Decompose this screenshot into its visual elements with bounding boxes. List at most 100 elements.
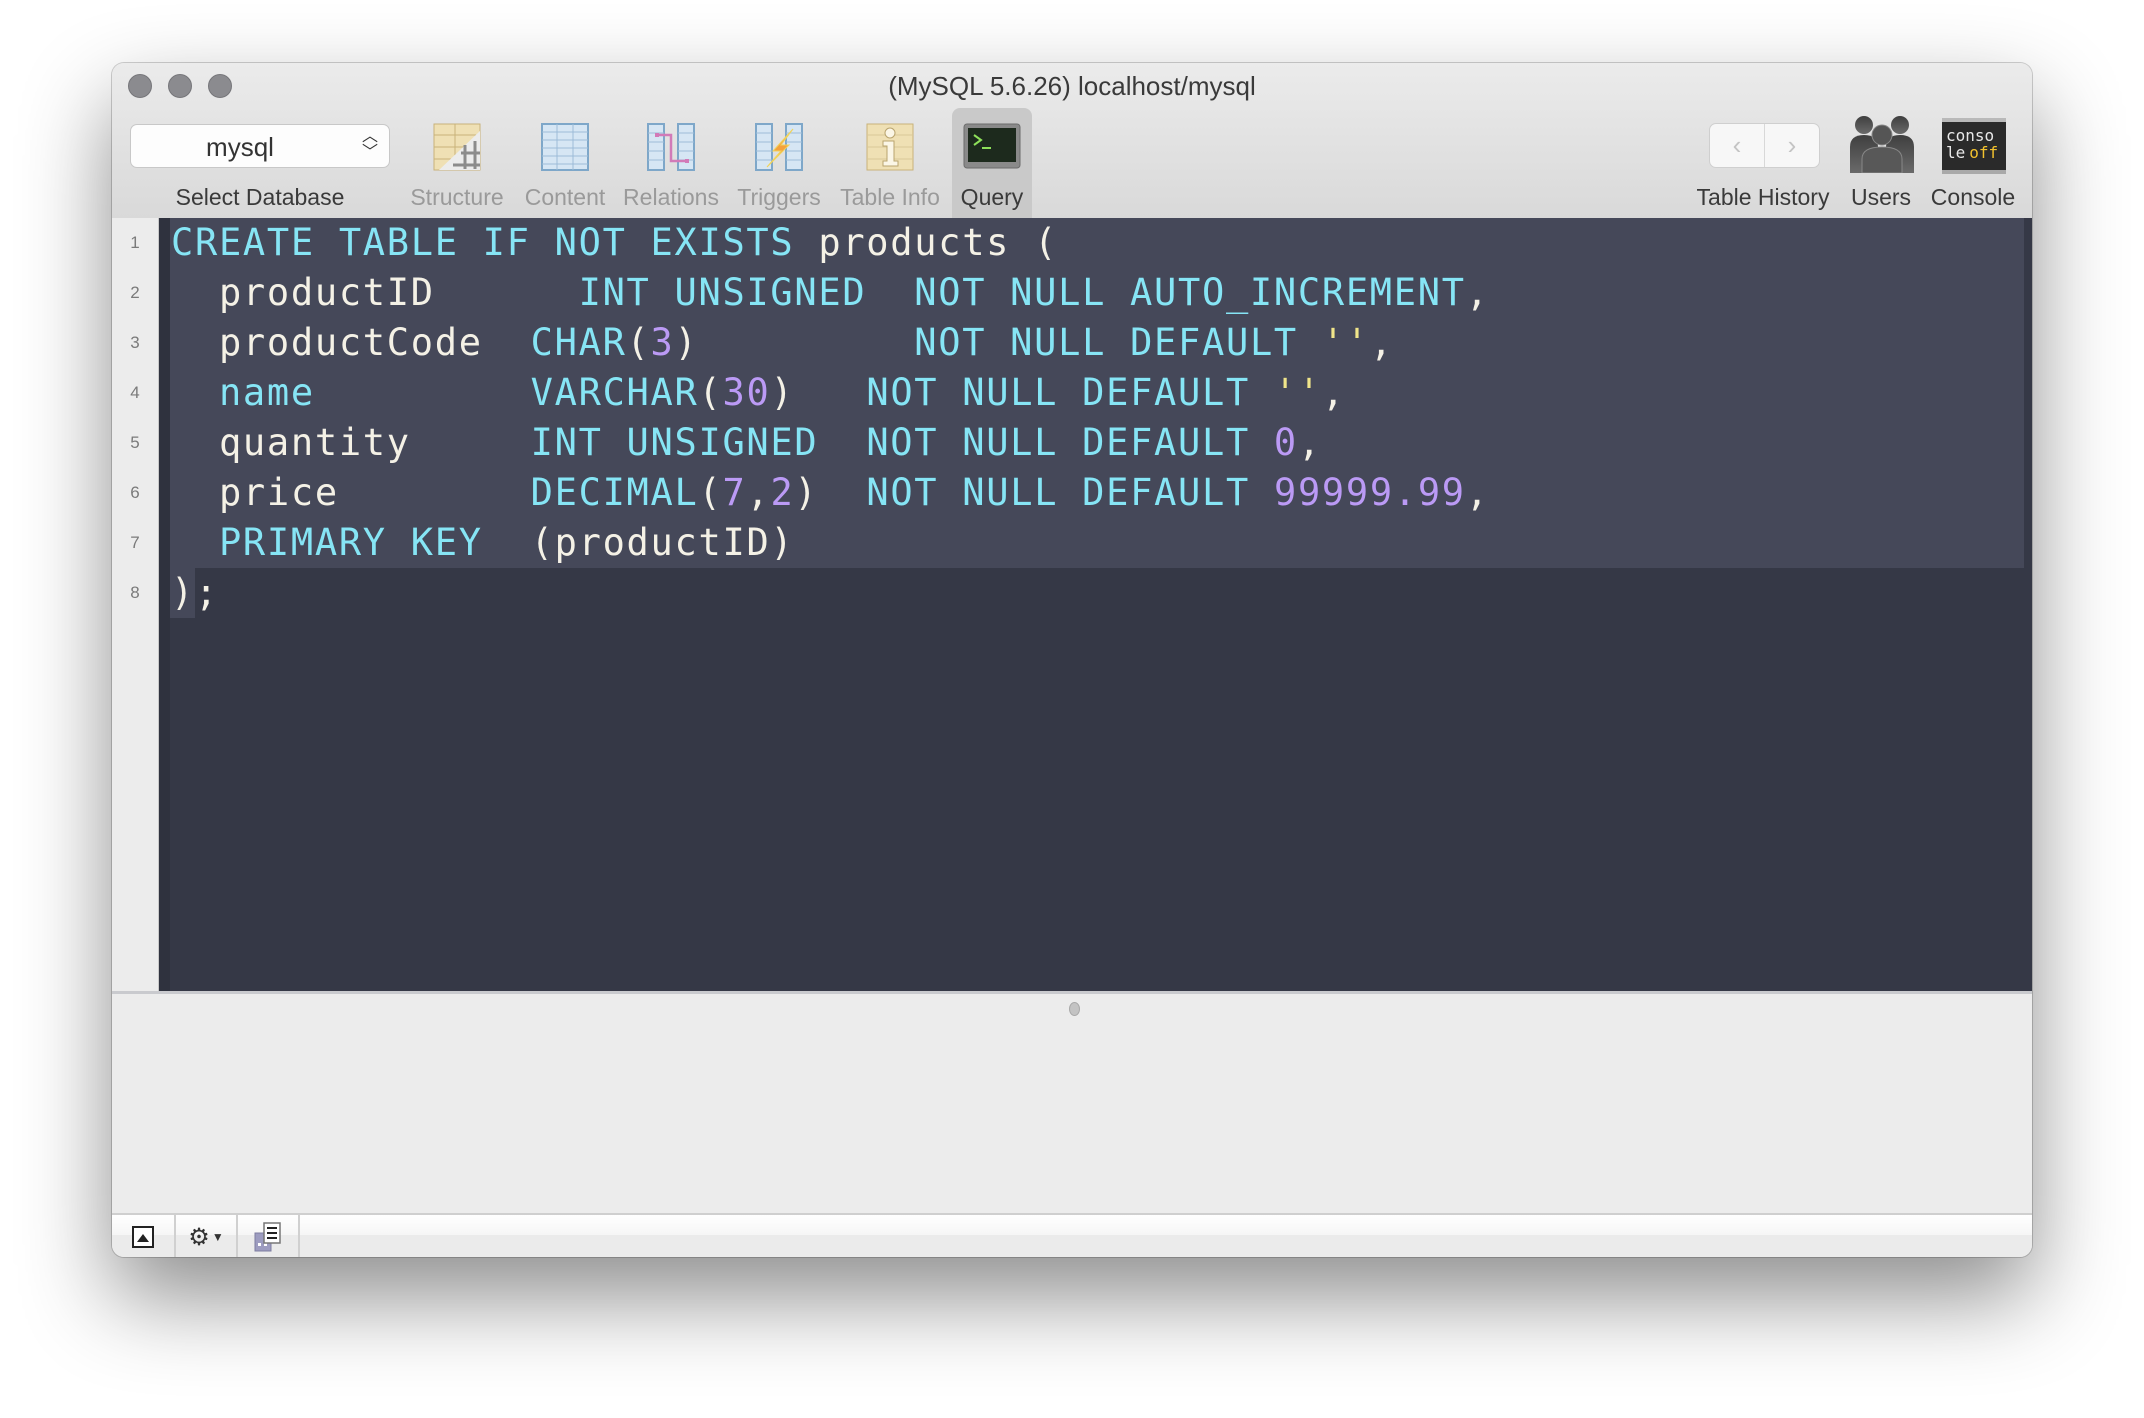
code-token-id xyxy=(1250,371,1274,414)
users-icon xyxy=(1850,116,1914,174)
chevron-right-icon: › xyxy=(1787,130,1797,160)
code-token-kw: NOT NULL DEFAULT xyxy=(866,471,1250,514)
code-token-num: 3 xyxy=(650,321,675,364)
code-token-id: ( xyxy=(698,471,723,514)
code-token-id xyxy=(171,371,219,414)
line-number: 8 xyxy=(130,583,140,602)
line-number: 3 xyxy=(130,333,140,352)
tab-query[interactable] xyxy=(963,123,1021,171)
code-token-id xyxy=(1250,421,1274,464)
code-token-id xyxy=(866,271,914,314)
history-forward-button[interactable]: › xyxy=(1764,124,1819,167)
code-line: quantity INT UNSIGNED NOT NULL DEFAULT 0… xyxy=(171,418,1322,468)
content-icon xyxy=(541,123,589,171)
code-token-kw: PRIMARY KEY xyxy=(218,521,483,564)
code-token-id: products ( xyxy=(794,221,1059,264)
code-token-id xyxy=(1298,321,1322,364)
relations-icon xyxy=(647,123,695,171)
line-number: 6 xyxy=(130,483,140,502)
triggers-icon xyxy=(755,123,803,171)
line-number: 7 xyxy=(130,533,140,552)
tab-table-info[interactable] xyxy=(866,123,914,171)
code-token-id: (productID) xyxy=(482,521,795,564)
history-icon xyxy=(254,1222,281,1252)
code-token-kw: INT UNSIGNED xyxy=(578,271,867,314)
code-line: name VARCHAR(30) NOT NULL DEFAULT '', xyxy=(171,368,1346,418)
code-token-id: productCode xyxy=(171,321,531,364)
query-editor[interactable]: 1 2 3 4 5 6 7 8 CREATE TABLE IF NOT EXISTS prod… xyxy=(112,218,2032,991)
code-token-id: ) xyxy=(770,371,867,414)
code-token-id xyxy=(1250,471,1274,514)
code-token-id: ( xyxy=(626,321,651,364)
toggle-panel-button[interactable] xyxy=(112,1215,174,1257)
code-token-id: , xyxy=(1465,271,1490,314)
tab-structure[interactable] xyxy=(433,123,481,171)
code-line: price DECIMAL(7,2) NOT NULL DEFAULT 9999… xyxy=(171,468,1490,518)
tab-content-label: Content xyxy=(524,184,606,210)
code-token-id: ( xyxy=(698,371,723,414)
code-token-kw: name xyxy=(218,371,315,414)
editor-scrollbar[interactable] xyxy=(2024,218,2032,991)
code-token-id xyxy=(171,521,219,564)
code-token-kw: CHAR xyxy=(530,321,627,364)
table-info-icon xyxy=(866,123,914,171)
toolbar: (MySQL 5.6.26) localhost/mysql mysql ︿ ﹀ … xyxy=(112,63,2032,221)
code-token-id: ) xyxy=(794,471,867,514)
users-label: Users xyxy=(1850,184,1912,210)
console-icon-text: le xyxy=(1946,143,1966,162)
code-token-id xyxy=(315,371,531,414)
code-line: CREATE TABLE IF NOT EXISTS products ( xyxy=(171,218,1058,268)
code-token-num: 2 xyxy=(770,471,795,514)
code-token-num: 0 xyxy=(1273,421,1298,464)
history-back-button[interactable]: ‹ xyxy=(1710,124,1764,167)
tab-relations-label: Relations xyxy=(623,184,719,210)
code-token-kw: INT UNSIGNED xyxy=(530,421,819,464)
code-token-id: productID xyxy=(171,271,579,314)
console-icon: conso le off xyxy=(1946,127,2006,161)
gutter-divider xyxy=(159,218,170,991)
code-line: productID INT UNSIGNED NOT NULL AUTO_INC… xyxy=(171,268,1490,318)
console-icon-status: off xyxy=(1969,143,1999,162)
code-token-str: '' xyxy=(1321,321,1370,364)
tab-triggers[interactable] xyxy=(755,123,803,171)
code-token-kw: NOT NULL DEFAULT xyxy=(914,321,1298,364)
app-window: (MySQL 5.6.26) localhost/mysql mysql ︿ ﹀ … xyxy=(112,63,2032,1257)
console-button[interactable]: conso le off xyxy=(1942,118,2006,174)
code-line: ); xyxy=(171,568,219,618)
code-token-id: , xyxy=(1321,371,1346,414)
tab-content[interactable] xyxy=(541,123,589,171)
code-token-kw: CREATE TABLE IF NOT EXISTS xyxy=(171,221,795,264)
table-history-nav: ‹ › xyxy=(1709,123,1820,168)
table-history-label: Table History xyxy=(1696,184,1830,210)
structure-icon xyxy=(433,123,481,171)
code-line: productCode CHAR(3) NOT NULL DEFAULT '', xyxy=(171,318,1394,368)
tab-relations[interactable] xyxy=(647,123,695,171)
query-history-button[interactable] xyxy=(238,1215,298,1257)
code-token-num: 99999.99 xyxy=(1273,471,1466,514)
database-select[interactable]: mysql ︿ ﹀ xyxy=(130,124,390,168)
line-number: 5 xyxy=(130,433,140,452)
code-token-kw: NOT NULL AUTO_INCREMENT xyxy=(914,271,1466,314)
results-panel xyxy=(112,991,2032,1216)
caret-down-icon: ▼ xyxy=(211,1230,224,1244)
code-line: PRIMARY KEY (productID) xyxy=(171,518,794,568)
code-token-id: , xyxy=(746,471,771,514)
code-token-id: ); xyxy=(171,571,219,614)
line-number: 2 xyxy=(130,283,140,302)
users-button[interactable] xyxy=(1850,113,1914,174)
chevron-updown-icon: ︿ ﹀ xyxy=(361,128,378,161)
code-token-kw: VARCHAR xyxy=(530,371,699,414)
database-select-value: mysql xyxy=(206,132,274,162)
panel-toggle-icon xyxy=(132,1226,154,1248)
bottom-bar: ⚙ ▼ xyxy=(112,1213,2032,1257)
tab-triggers-label: Triggers xyxy=(737,184,821,210)
code-token-num: 30 xyxy=(722,371,771,414)
gear-menu-button[interactable]: ⚙ ▼ xyxy=(176,1215,236,1257)
chevron-left-icon: ‹ xyxy=(1732,130,1742,160)
split-view-handle[interactable] xyxy=(1069,1002,1080,1016)
code-token-id: , xyxy=(1369,321,1394,364)
code-token-kw: NOT NULL DEFAULT xyxy=(866,371,1250,414)
code-token-id: price xyxy=(171,471,531,514)
code-token-id: , xyxy=(1465,471,1490,514)
tab-table-info-label: Table Info xyxy=(840,184,940,210)
